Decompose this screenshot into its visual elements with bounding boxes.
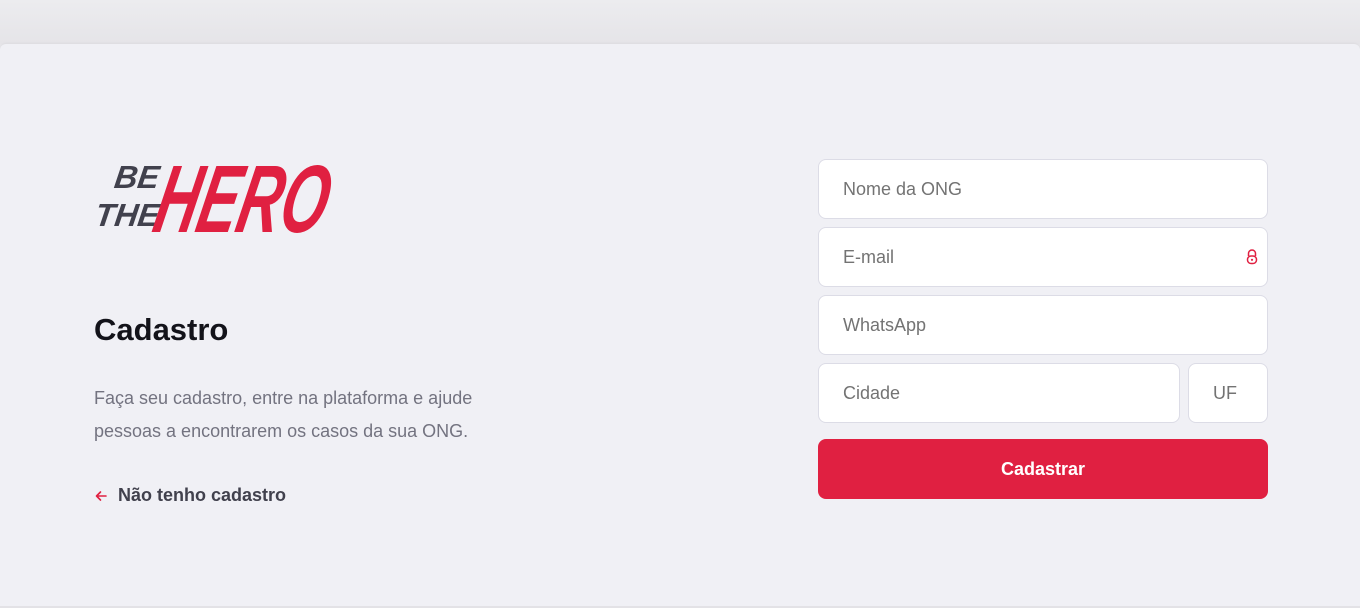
- svg-text:BE: BE: [112, 159, 163, 195]
- ong-name-input[interactable]: [818, 159, 1268, 219]
- back-to-logon-link[interactable]: Não tenho cadastro: [94, 485, 286, 506]
- whatsapp-input[interactable]: [818, 295, 1268, 355]
- browser-top-strip: [0, 0, 1360, 44]
- arrow-left-icon: [94, 489, 108, 503]
- back-link-label: Não tenho cadastro: [118, 485, 287, 505]
- city-input[interactable]: [818, 363, 1180, 423]
- uf-input[interactable]: [1188, 363, 1268, 423]
- be-the-hero-logo: BE THE HERO: [94, 145, 341, 250]
- lock-icon: [1245, 248, 1259, 266]
- svg-text:HERO: HERO: [146, 145, 341, 250]
- register-button[interactable]: Cadastrar: [818, 439, 1268, 499]
- page-title: Cadastro: [94, 312, 229, 347]
- page-description: Faça seu cadastro, entre na plataforma e…: [94, 388, 473, 441]
- register-container: BE THE HERO Cadastro Faça seu cadastro, …: [0, 44, 1360, 606]
- email-input[interactable]: [818, 227, 1268, 287]
